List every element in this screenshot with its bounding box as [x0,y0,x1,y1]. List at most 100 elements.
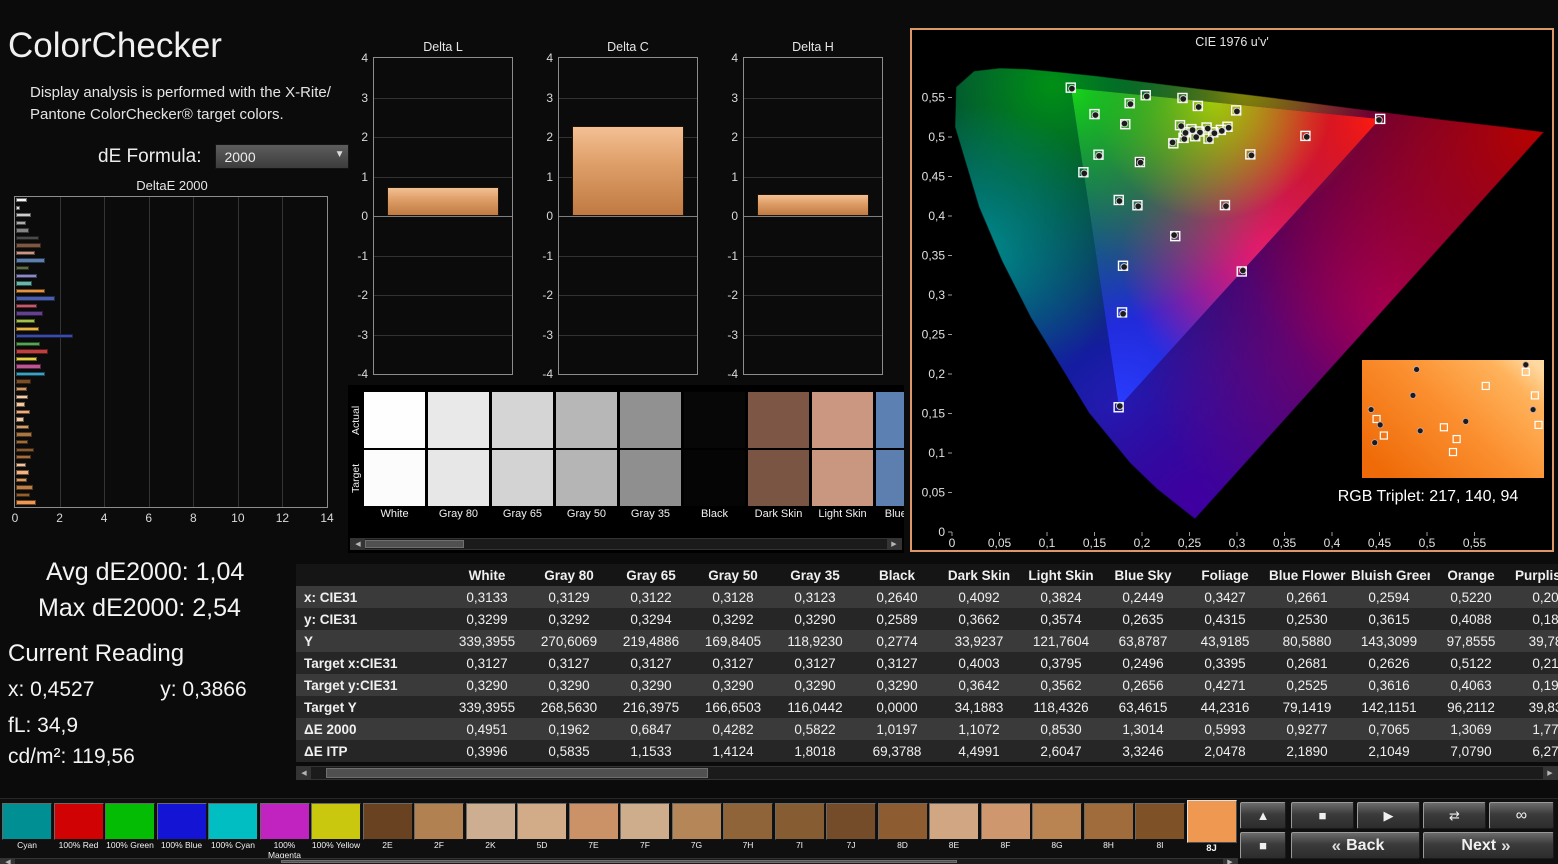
cie-measured-marker [1136,158,1145,167]
patch-tile-100-yellow[interactable]: 100% Yellow [311,803,361,863]
page-title: ColorChecker [8,26,222,65]
scroll-right-arrow-icon[interactable]: ▶ [887,539,901,549]
table-scrollbar[interactable]: ◀ ▶ [296,766,1558,780]
patch-tile-7i[interactable]: 7I [774,803,825,863]
patch-tile-8h[interactable]: 8H [1083,803,1134,863]
table-cell: 33,9237 [954,633,1004,649]
patch-tile-8f[interactable]: 8F [980,803,1031,863]
patch-tile-8i[interactable]: 8I [1135,803,1185,863]
target-swatch-light-skin [812,450,873,506]
delta-gridline [374,334,512,336]
scroll-right-arrow-icon[interactable]: ▶ [1223,859,1237,864]
cie-measured-marker [1126,100,1135,108]
current-reading-heading: Current Reading [8,640,185,667]
back-button[interactable]: «Back [1291,832,1420,859]
continuous-button[interactable]: ∞ [1489,802,1554,829]
cie-measured-marker [1115,197,1124,205]
table-cell: 3,3246 [1122,743,1164,759]
actual-row-label: Actual [350,405,362,435]
patch-column-gray-80: Gray 80 [428,392,492,520]
table-cell: 0,3127 [466,655,508,671]
patch-tile-2e[interactable]: 2E [362,803,413,863]
column-header-gray-50: Gray 50 [692,564,774,586]
delta-gridline [559,255,697,257]
patch-column-gray-35: Gray 35 [620,392,684,520]
loop-button[interactable]: ⇄ [1423,802,1486,829]
scroll-left-arrow-icon[interactable]: ◀ [297,767,311,779]
delta-y-tick: 2 [731,130,738,144]
bottom-scrollbar[interactable]: ◀ ▶ [0,858,1238,864]
table-row-target-y-cie31: Target y:CIE31 0,3290 0,3290 0,3290 0,3290 0,… [296,674,1558,696]
stop-button[interactable]: ■ [1291,802,1354,829]
actual-swatch-blue-sky [876,392,904,448]
table-cell: 118,4326 [1033,699,1089,715]
delta-y-tick: -4 [542,367,553,381]
table-cell: 0,1898 [1532,611,1558,627]
table-cell: 0,3123 [794,589,836,605]
patch-tile-100-cyan[interactable]: 100% Cyan [208,803,258,863]
next-chevron-icon: » [1501,835,1511,855]
scrollbar-track[interactable] [365,539,887,549]
row-label: x: CIE31 [304,589,358,605]
cie-x-tick-label: 0,55 [1463,536,1487,550]
dropdown-arrow-icon: ▼ [334,149,345,160]
delta-y-tick: 4 [361,51,368,65]
scroll-left-arrow-icon[interactable]: ◀ [351,539,365,549]
delta-l-bar [387,187,499,216]
deltae-bar-2f [16,387,27,392]
patch-color-100-magenta [259,803,310,840]
deltae-bar-white [16,198,28,203]
next-button[interactable]: Next» [1423,832,1554,859]
row-label: Y [304,633,314,649]
pattern-window-button[interactable]: ■ [1240,832,1286,859]
fl-readout: fL: 34,9 [8,714,79,737]
scrollbar-track[interactable] [311,767,1543,779]
delta-y-tick: -2 [727,288,738,302]
patch-tile-5d[interactable]: 5D [517,803,567,863]
patch-columns: White Gray 80 Gray 65 Gray 50 Gray 35 Black Da… [364,392,904,520]
scrollbar-thumb[interactable] [325,768,708,778]
patch-tile-7g[interactable]: 7G [671,803,722,863]
scrollbar-thumb[interactable] [365,540,465,548]
deltae-bar-blue [16,334,73,339]
patch-tile-2k[interactable]: 2K [465,803,516,863]
de-formula-select[interactable]: 2000 ▼ [215,144,350,169]
deltae-x-axis: 0 2 4 6 8 10 12 14 [12,511,334,527]
patch-label: Light Skin [818,508,867,520]
transport-controls: ▲ ■ ■ ▶ ⇄ ∞ «Back Next» [1240,802,1556,862]
patch-tile-8j[interactable]: 8J [1186,800,1237,863]
patch-tile-100-red[interactable]: 100% Red [53,803,104,863]
table-cell: 0,3127 [794,655,836,671]
patch-tile-7h[interactable]: 7H [723,803,773,863]
table-cell: 268,5630 [540,699,598,715]
deltae-chart-title: DeltaE 2000 [136,178,208,193]
scroll-left-arrow-icon[interactable]: ◀ [1,859,15,864]
delta-c-plot-area [558,57,698,375]
table-cell: 0,2530 [1286,611,1328,627]
table-cell: 0,4092 [958,589,1000,605]
panel-up-button[interactable]: ▲ [1240,802,1286,829]
scroll-right-arrow-icon[interactable]: ▶ [1543,767,1557,779]
patch-tile-100-magenta[interactable]: 100% Magenta [259,803,310,863]
scrollbar-thumb[interactable] [280,860,958,863]
patch-tile-7j[interactable]: 7J [826,803,876,863]
patch-tile-7f[interactable]: 7F [620,803,670,863]
patch-tile-8d[interactable]: 8D [877,803,928,863]
patch-tile-7e[interactable]: 7E [568,803,619,863]
target-swatch-dark-skin [748,450,809,506]
patch-tile-8g[interactable]: 8G [1032,803,1082,863]
delta-y-tick: 0 [731,209,738,223]
patch-tile-cyan[interactable]: Cyan [2,803,52,863]
patch-tile-100-blue[interactable]: 100% Blue [156,803,207,863]
play-button[interactable]: ▶ [1357,802,1420,829]
patch-tile-2f[interactable]: 2F [414,803,464,863]
patch-strip-scrollbar[interactable]: ◀ ▶ [350,538,902,550]
cie-x-tick-label: 0,25 [1178,536,1202,550]
scrollbar-track[interactable] [15,859,1223,864]
deltae-gridline [148,197,150,507]
table-cell: 0,5835 [548,743,590,759]
patch-tile-8e[interactable]: 8E [929,803,979,863]
patch-tile-100-green[interactable]: 100% Green [105,803,155,863]
max-de2000-readout: Max dE2000: 2,54 [38,594,241,622]
cie-x-tick-label: 0,3 [1229,536,1246,550]
